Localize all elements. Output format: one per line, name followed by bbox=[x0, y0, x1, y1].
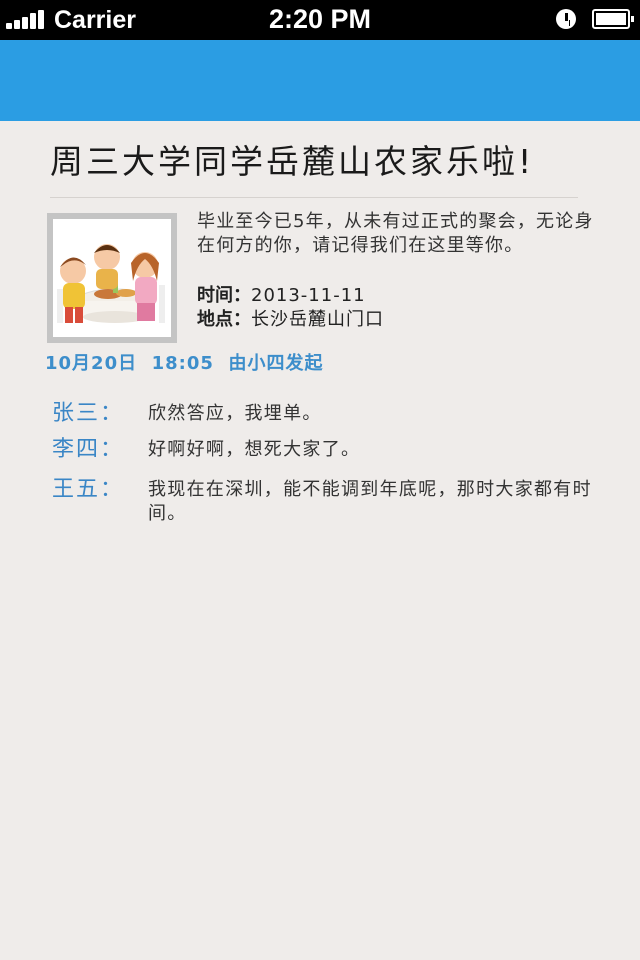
comment-text: 我现在在深圳，能不能调到年底呢，那时大家都有时间。 bbox=[148, 479, 592, 524]
event-photo[interactable] bbox=[47, 213, 177, 343]
time-label: 时间： bbox=[197, 285, 251, 306]
event-place-row: 地点：长沙岳麓山门口 bbox=[197, 308, 384, 332]
comment-author[interactable]: 张三： bbox=[52, 400, 124, 428]
battery-icon bbox=[592, 9, 634, 29]
comment-author[interactable]: 李四： bbox=[52, 436, 124, 464]
navigation-bar bbox=[0, 40, 640, 121]
status-bar: Carrier 2:20 PM bbox=[0, 0, 640, 40]
place-label: 地点： bbox=[197, 309, 251, 330]
event-description: 毕业至今已5年，从未有过正式的聚会，无论身在何方的你，请记得我们在这里等你。 bbox=[197, 211, 594, 256]
place-value: 长沙岳麓山门口 bbox=[251, 309, 384, 330]
alarm-icon bbox=[556, 9, 576, 29]
event-title: 周三大学同学岳麓山农家乐啦! bbox=[50, 142, 535, 181]
status-time: 2:20 PM bbox=[268, 4, 372, 34]
event-time-row: 时间：2013-11-11 bbox=[197, 284, 366, 308]
time-value: 2013-11-11 bbox=[251, 285, 366, 306]
family-dinner-illustration bbox=[53, 219, 171, 337]
event-meta: 10月20日 18:05 由小四发起 bbox=[45, 353, 324, 374]
title-divider bbox=[50, 197, 578, 198]
comment-text: 好啊好啊，想死大家了。 bbox=[148, 439, 361, 460]
comment-author[interactable]: 王五： bbox=[52, 476, 124, 504]
comment-text: 欣然答应，我埋单。 bbox=[148, 403, 322, 424]
